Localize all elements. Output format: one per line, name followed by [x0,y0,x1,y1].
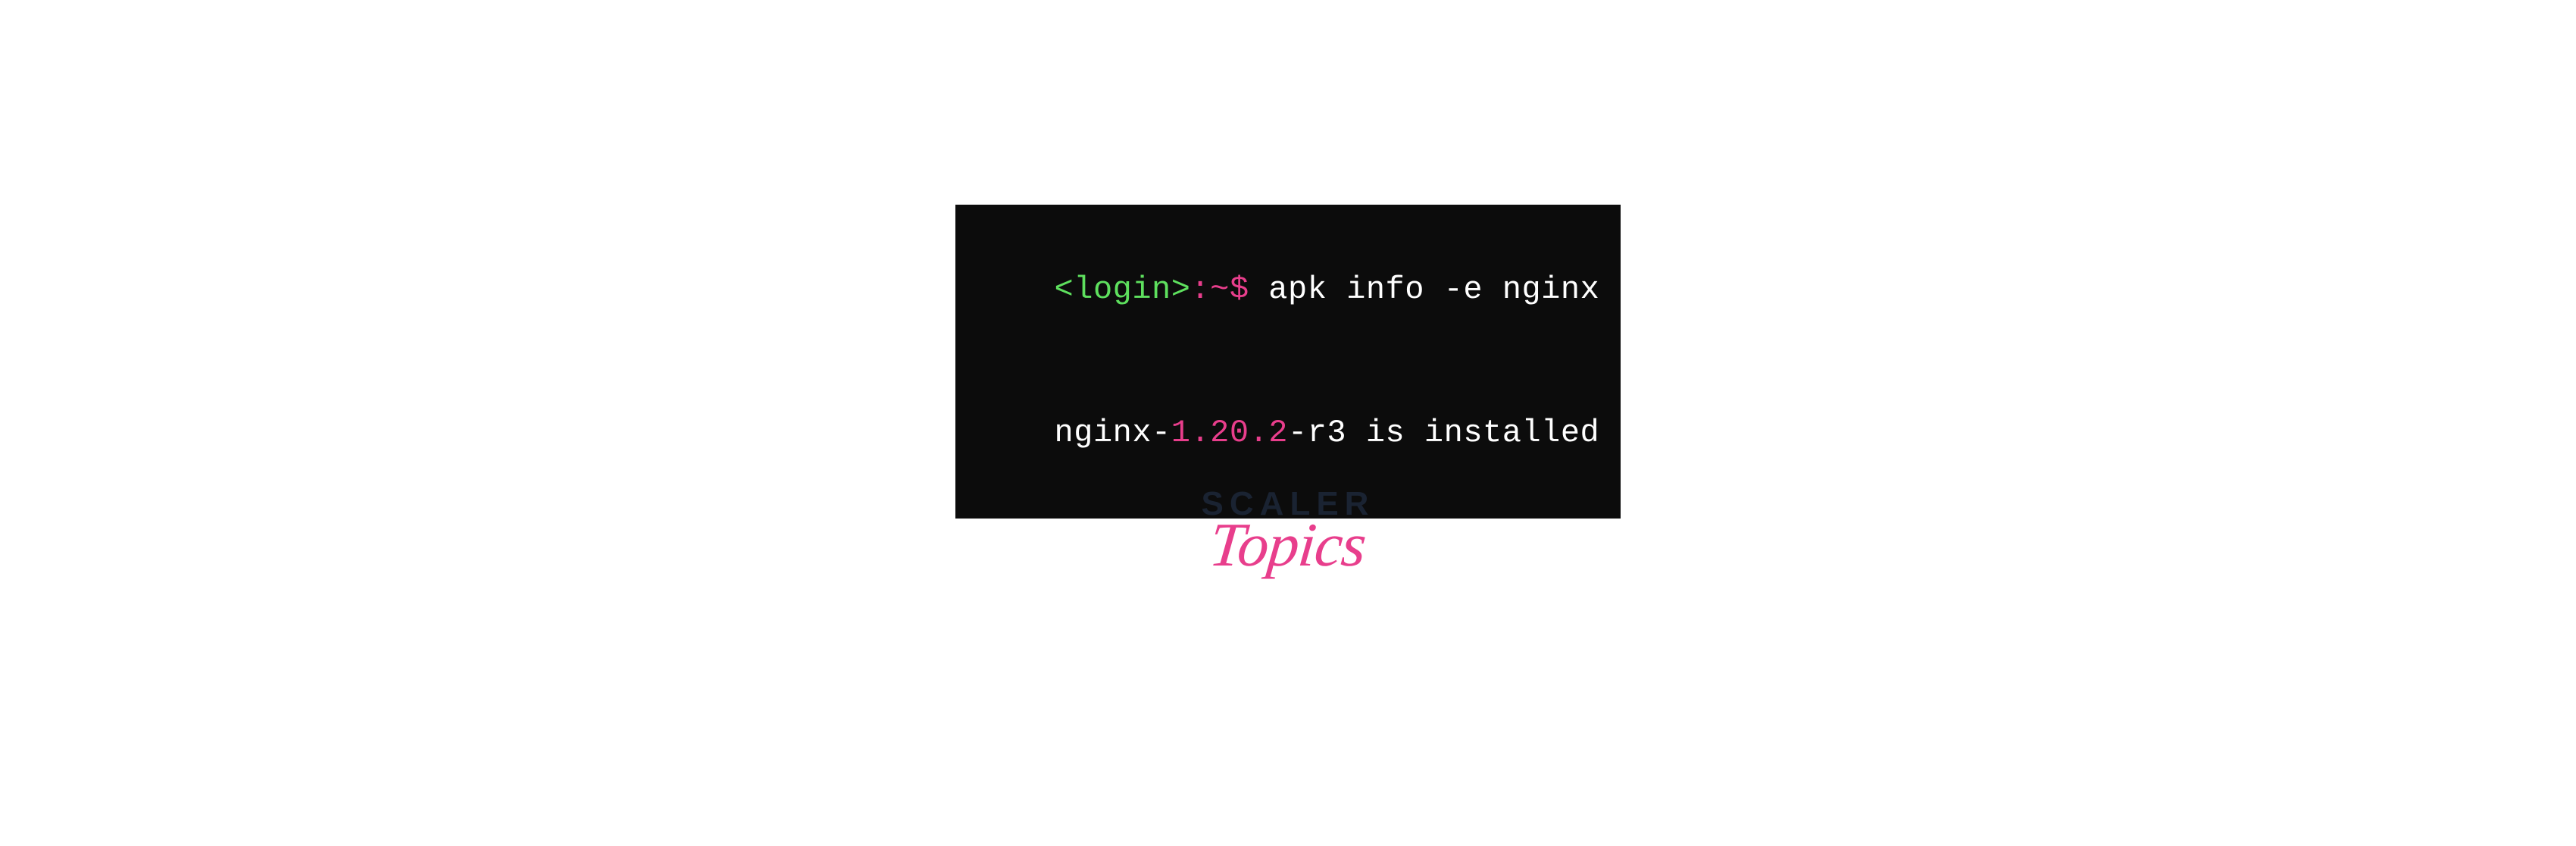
terminal-prompt-line: <login>:~$ apk info -e nginx [977,218,1600,362]
logo-topics-text: Topics [1206,509,1369,581]
terminal-command: apk info -e nginx [1249,271,1600,308]
output-version: 1.20.2 [1171,415,1288,451]
prompt-login: <login> [1055,271,1191,308]
prompt-separator: :~$ [1190,271,1249,308]
output-prefix: nginx- [1055,415,1171,451]
terminal-output-line: nginx-1.20.2-r3 is installed [977,362,1600,505]
scaler-topics-logo: SCALER Topics [1202,485,1375,581]
terminal-window: <login>:~$ apk info -e nginx nginx-1.20.… [955,205,1621,519]
output-suffix: -r3 is installed [1288,415,1599,451]
